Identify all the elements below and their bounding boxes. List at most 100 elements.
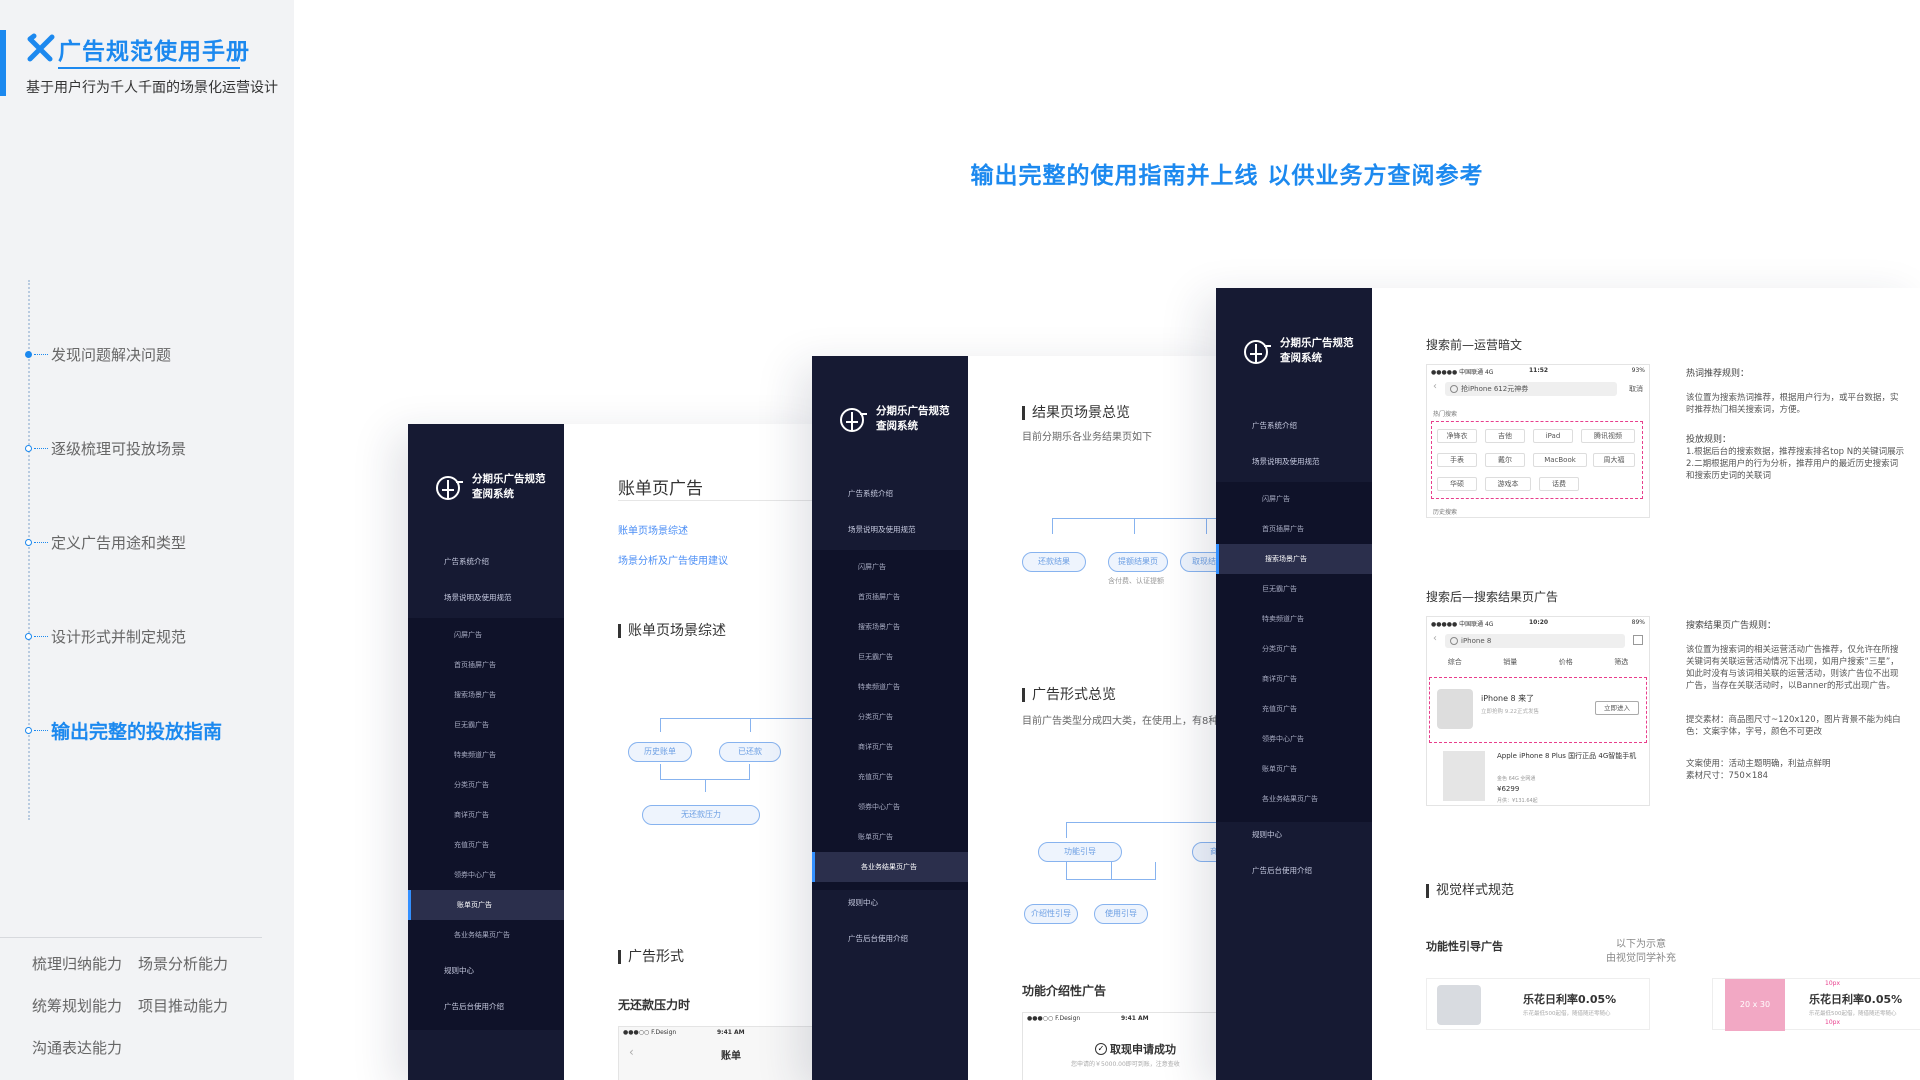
search-input[interactable]: iPhone 8 — [1445, 634, 1625, 648]
spec-dimension: 10px — [1825, 980, 1840, 987]
system-logo-icon — [436, 476, 463, 500]
system-name: 分期乐广告规范 查阅系统 — [472, 473, 546, 500]
product-image — [1443, 751, 1485, 801]
nav-sub-item[interactable]: 分类页广告 — [812, 702, 968, 732]
subsection-title: 功能介绍性广告 — [1022, 984, 1107, 998]
rail-accent-bar — [0, 30, 6, 96]
nav-sub-item[interactable]: 账单页广告 — [1216, 754, 1372, 784]
nav-sub-item[interactable]: 领券中心广告 — [812, 792, 968, 822]
flow-node: 无还款压力 — [642, 805, 760, 825]
nav-sub-item[interactable]: 领券中心广告 — [408, 860, 564, 890]
subsection-title: 功能性引导广告 — [1426, 940, 1503, 953]
nav-sub-item[interactable]: 充值页广告 — [408, 830, 564, 860]
back-chevron-icon[interactable]: ‹ — [1433, 381, 1437, 392]
nav-sub-item[interactable]: 各业务结果页广告 — [1216, 784, 1372, 814]
hot-tag[interactable]: MacBook — [1533, 453, 1587, 467]
nav-sub-item[interactable]: 巨无霸广告 — [1216, 574, 1372, 604]
cancel-button[interactable]: 取消 — [1629, 384, 1643, 394]
nav-rules[interactable]: 规则中心 — [812, 888, 968, 918]
nav-sub-item[interactable]: 充值页广告 — [1216, 694, 1372, 724]
nav-sub-item[interactable]: 特卖频道广告 — [812, 672, 968, 702]
flow-node: 使用引导 — [1094, 904, 1148, 924]
nav-sub-item[interactable]: 商详页广告 — [408, 800, 564, 830]
hot-tag[interactable]: 华硕 — [1437, 477, 1477, 491]
enter-button[interactable]: 立即进入 — [1595, 701, 1639, 715]
skill-tag: 统筹规划能力 — [32, 997, 123, 1015]
nav-sub-item[interactable]: 商详页广告 — [812, 732, 968, 762]
nav-intro[interactable]: 广告系统介绍 — [812, 479, 968, 509]
nav-sub-item[interactable]: 账单页广告 — [812, 822, 968, 852]
nav-sub-item[interactable]: 闪屏广告 — [408, 620, 564, 650]
nav-backend[interactable]: 广告后台使用介绍 — [1216, 856, 1372, 886]
mock-content: 搜索前—运营暗文 ●●●●● 中国联通 4G 11:52 93% ‹ 抢iPho… — [1372, 288, 1920, 1080]
nav-sub-item[interactable]: 分类页广告 — [1216, 634, 1372, 664]
nav-scenes[interactable]: 场景说明及使用规范 — [408, 583, 564, 613]
hot-tag[interactable]: 吉他 — [1485, 429, 1525, 443]
hot-tag[interactable]: 腾讯视频 — [1581, 429, 1635, 443]
nav-scenes[interactable]: 场景说明及使用规范 — [1216, 447, 1372, 477]
main-heading: 输出完整的使用指南并上线 以供业务方查阅参考 — [970, 163, 1484, 189]
nav-sub-item[interactable]: 领券中心广告 — [1216, 724, 1372, 754]
flow-node: 提额结果页 — [1108, 552, 1168, 572]
nav-sub-item[interactable]: 特卖频道广告 — [408, 740, 564, 770]
nav-intro[interactable]: 广告系统介绍 — [408, 547, 564, 577]
hot-tag[interactable]: 话费 — [1539, 477, 1579, 491]
nav-backend[interactable]: 广告后台使用介绍 — [812, 924, 968, 954]
anchor-link[interactable]: 场景分析及广告使用建议 — [618, 552, 728, 567]
nav-sub-item[interactable]: 搜索场景广告 — [812, 612, 968, 642]
nav-backend[interactable]: 广告后台使用介绍 — [408, 992, 564, 1022]
search-input[interactable]: 抢iPhone 612元神券 — [1445, 382, 1617, 396]
nav-sub-item[interactable]: 闪屏广告 — [812, 552, 968, 582]
card-illustration — [1437, 985, 1481, 1025]
timeline-item-4[interactable]: 设计形式并制定规范 — [25, 624, 186, 648]
nav-sub-item-selected[interactable]: 搜索场景广告 — [1216, 544, 1372, 574]
anchor-link[interactable]: 账单页场景综述 — [618, 522, 688, 537]
nav-rules[interactable]: 规则中心 — [1216, 820, 1372, 850]
nav-sub-item[interactable]: 商详页广告 — [1216, 664, 1372, 694]
grid-view-icon[interactable] — [1633, 635, 1643, 645]
nav-sub-item[interactable]: 搜索场景广告 — [408, 680, 564, 710]
nav-scenes[interactable]: 场景说明及使用规范 — [812, 515, 968, 545]
back-chevron-icon[interactable]: ‹ — [1433, 633, 1437, 644]
mock-sidebar: 分期乐广告规范 查阅系统 广告系统介绍 场景说明及使用规范 闪屏广告 首页插屏广… — [812, 356, 968, 1080]
filter-bar: 综合 销量 价格 筛选 — [1427, 657, 1649, 673]
skill-tag: 沟通表达能力 — [32, 1039, 123, 1057]
hot-tag[interactable]: iPad — [1533, 429, 1573, 443]
section-heading: 结果页场景总览 — [1022, 406, 1130, 420]
nav-sub-item[interactable]: 首页插屏广告 — [812, 582, 968, 612]
mock-sidebar: 分期乐广告规范 查阅系统 广告系统介绍 场景说明及使用规范 闪屏广告 首页插屏广… — [408, 424, 564, 1080]
nav-sub-item-selected[interactable]: 账单页广告 — [408, 890, 564, 920]
ad-card-spec: 20 x 30 乐花日利率0.05% 乐花最低500起借，随借随还零随心 10p… — [1712, 978, 1920, 1031]
timeline-item-1[interactable]: 发现问题解决问题 — [25, 342, 171, 366]
section-heading: 搜索后—搜索结果页广告 — [1426, 590, 1559, 604]
nav-rules[interactable]: 规则中心 — [408, 956, 564, 986]
filter-item[interactable]: 价格 — [1559, 657, 1573, 673]
nav-sub-item-selected[interactable]: 各业务结果页广告 — [812, 852, 968, 882]
nav-sub-item[interactable]: 首页插屏广告 — [1216, 514, 1372, 544]
nav-sub-item[interactable]: 巨无霸广告 — [812, 642, 968, 672]
brand-subtitle: 基于用户行为千人千面的场景化运营设计 — [26, 80, 278, 96]
nav-sub-item[interactable]: 分类页广告 — [408, 770, 564, 800]
hot-tag[interactable]: 手表 — [1437, 453, 1477, 467]
nav-sub-item[interactable]: 充值页广告 — [812, 762, 968, 792]
timeline-item-5-active[interactable]: 输出完整的投放指南 — [25, 718, 222, 743]
hot-tag[interactable]: 戴尔 — [1485, 453, 1525, 467]
nav-intro[interactable]: 广告系统介绍 — [1216, 411, 1372, 441]
filter-item[interactable]: 综合 — [1448, 657, 1462, 673]
hot-tag[interactable]: 净锋衣 — [1437, 429, 1477, 443]
section-desc: 目前分期乐各业务结果页如下 — [1022, 432, 1152, 443]
hot-tag[interactable]: 周大福 — [1593, 453, 1635, 467]
nav-sub-item[interactable]: 各业务结果页广告 — [408, 920, 564, 950]
skill-tag: 梳理归纳能力 — [32, 955, 123, 973]
mock-window-result: 分期乐广告规范 查阅系统 广告系统介绍 场景说明及使用规范 闪屏广告 首页插屏广… — [812, 356, 1232, 1080]
hot-tag[interactable]: 游戏本 — [1485, 477, 1531, 491]
back-chevron-icon[interactable]: ‹ — [629, 1045, 634, 1059]
filter-item[interactable]: 筛选 — [1614, 657, 1628, 673]
nav-sub-item[interactable]: 闪屏广告 — [1216, 484, 1372, 514]
nav-sub-item[interactable]: 特卖频道广告 — [1216, 604, 1372, 634]
nav-sub-item[interactable]: 首页插屏广告 — [408, 650, 564, 680]
nav-sub-item[interactable]: 巨无霸广告 — [408, 710, 564, 740]
filter-item[interactable]: 销量 — [1503, 657, 1517, 673]
timeline-item-3[interactable]: 定义广告用途和类型 — [25, 530, 186, 554]
timeline-item-2[interactable]: 逐级梳理可投放场景 — [25, 436, 186, 460]
